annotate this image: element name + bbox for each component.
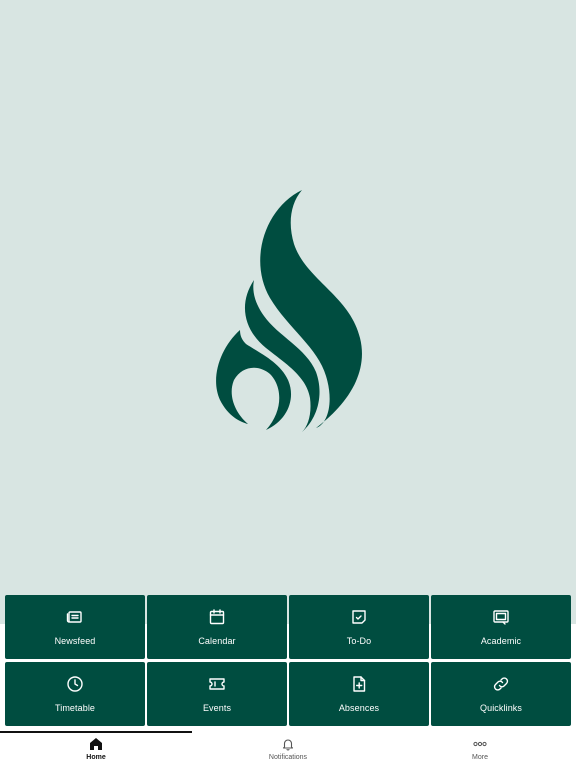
flame-logo: [216, 190, 362, 432]
shortcut-grid: Newsfeed Calendar To-Do Academic Timetab…: [5, 595, 571, 726]
quicklinks-tile[interactable]: Quicklinks: [431, 662, 571, 726]
newsfeed-tile[interactable]: Newsfeed: [5, 595, 145, 659]
home-icon: [90, 738, 102, 750]
document-plus-icon: [353, 676, 366, 692]
more-dots-icon: [473, 741, 487, 747]
newspaper-icon: [66, 611, 82, 623]
tile-label: Timetable: [54, 703, 96, 713]
tab-more[interactable]: More: [384, 731, 576, 768]
clock-icon: [67, 676, 83, 692]
tile-label: Absences: [338, 703, 380, 713]
ticket-icon: [209, 678, 225, 690]
timetable-tile[interactable]: Timetable: [5, 662, 145, 726]
calendar-icon: [209, 609, 225, 625]
tile-label: Quicklinks: [479, 703, 522, 713]
bell-icon: [282, 739, 294, 751]
link-icon: [493, 677, 509, 691]
tab-label: Home: [86, 754, 106, 761]
absences-tile[interactable]: Absences: [289, 662, 429, 726]
tile-label: Newsfeed: [54, 636, 96, 646]
hero-banner: [0, 0, 576, 624]
calendar-tile[interactable]: Calendar: [147, 595, 287, 659]
todo-tile[interactable]: To-Do: [289, 595, 429, 659]
tab-notifications[interactable]: Notifications: [192, 731, 384, 768]
bottom-tab-bar: Home Notifications More: [0, 731, 576, 768]
tile-label: Calendar: [198, 636, 236, 646]
todo-icon: [352, 610, 366, 624]
tile-label: Academic: [480, 636, 522, 646]
tab-label: More: [472, 754, 488, 761]
events-tile[interactable]: Events: [147, 662, 287, 726]
academic-icon: [493, 610, 509, 625]
tab-label: Notifications: [268, 754, 308, 761]
tile-label: To-Do: [346, 636, 372, 646]
tab-home[interactable]: Home: [0, 731, 192, 768]
tile-label: Events: [202, 703, 232, 713]
academic-tile[interactable]: Academic: [431, 595, 571, 659]
